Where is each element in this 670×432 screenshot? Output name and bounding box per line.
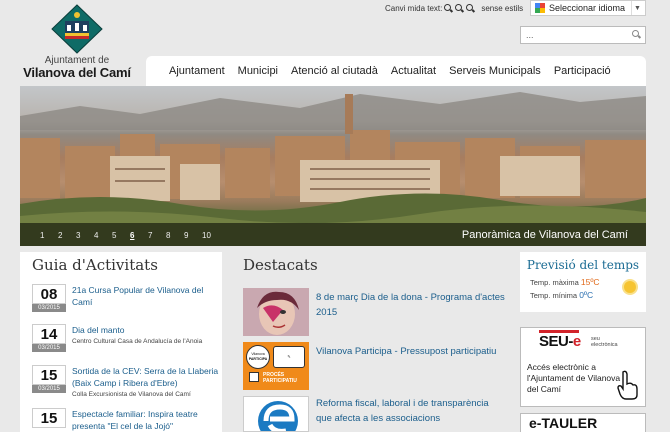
main-nav: Ajuntament Municipi Atenció al ciutadà A… xyxy=(146,56,646,86)
language-selector[interactable]: Seleccionar idioma ▼ xyxy=(530,0,646,16)
site-logo[interactable]: Ajuntament de Vilanova del Camí xyxy=(22,4,132,80)
box-icon xyxy=(249,372,259,382)
participa-badge: Vilanova PARTICIPA xyxy=(246,345,270,369)
pointer-hand-icon xyxy=(617,370,638,400)
nav-item-actualitat[interactable]: Actualitat xyxy=(391,65,436,77)
nav-item-ajuntament[interactable]: Ajuntament xyxy=(169,65,225,77)
event-title[interactable]: 21a Cursa Popular de Vilanova del Camí xyxy=(72,284,220,308)
google-translate-icon xyxy=(535,3,545,13)
event-date: 15 03/2015 xyxy=(32,365,66,393)
nav-item-atencio[interactable]: Atenció al ciutadà xyxy=(291,65,378,77)
speech-bubble: ✎ xyxy=(273,346,305,368)
banner-page[interactable]: 9 xyxy=(184,231,202,240)
text-size-controls: Canvi mida text: sense estils xyxy=(385,4,523,13)
banner-page[interactable]: 3 xyxy=(76,231,94,240)
weather-title: Previsió del temps xyxy=(526,258,640,272)
event-title[interactable]: Dia del manto xyxy=(72,324,220,336)
chevron-down-icon[interactable]: ▼ xyxy=(631,1,643,15)
featured-link[interactable]: Vilanova Participa - Pressupost particip… xyxy=(316,344,506,359)
featured-thumbnail[interactable]: Vilanova PARTICIPA ✎ PROCÉS PARTICIPATIU xyxy=(243,342,309,390)
list-item[interactable]: 14 03/2015 Dia del manto Centro Cultural… xyxy=(32,324,216,362)
activities-title: Guia d'Activitats xyxy=(32,256,158,274)
featured-title: Destacats xyxy=(243,256,318,274)
logo-line2: Vilanova del Camí xyxy=(23,65,131,80)
banner-page[interactable]: 4 xyxy=(94,231,112,240)
sun-icon xyxy=(624,281,636,293)
coat-of-arms-icon xyxy=(51,4,103,54)
list-item[interactable]: 08 03/2015 21a Cursa Popular de Vilanova… xyxy=(32,284,216,320)
event-organizer: Centro Cultural Casa de Andalucía de l'A… xyxy=(72,338,203,345)
text-size-label: Canvi mida text: xyxy=(385,4,443,13)
banner-caption: Panoràmica de Vilanova del Camí xyxy=(461,229,628,241)
language-label: Seleccionar idioma xyxy=(549,3,626,13)
nav-item-participacio[interactable]: Participació xyxy=(554,65,611,77)
event-title[interactable]: Sortida de la CEV: Serra de la Llaberia … xyxy=(72,365,220,389)
hero-banner[interactable]: 1 2 3 4 5 6 7 8 9 10 Panoràmica de Vilan… xyxy=(20,86,646,246)
banner-page[interactable]: 8 xyxy=(166,231,184,240)
featured-thumbnail[interactable] xyxy=(243,396,309,432)
search-box[interactable]: ... xyxy=(520,26,646,44)
event-title[interactable]: Espectacle familiar: Inspira teatre pres… xyxy=(72,408,220,432)
participa-caption: PROCÉS PARTICIPATIU xyxy=(263,372,297,384)
banner-page[interactable]: 7 xyxy=(148,231,166,240)
etauler-banner[interactable]: e-TAULER xyxy=(520,413,646,432)
text-smaller-icon[interactable] xyxy=(444,4,453,13)
banner-page-active[interactable]: 6 xyxy=(130,231,148,240)
seu-logo-sub: seu electrònica xyxy=(591,336,618,348)
banner-page[interactable]: 1 xyxy=(40,231,58,240)
activities-panel: Guia d'Activitats 08 03/2015 21a Cursa P… xyxy=(20,252,222,432)
seu-logo: SEU-e xyxy=(539,330,581,350)
banner-pager: 1 2 3 4 5 6 7 8 9 10 xyxy=(40,231,220,240)
seu-text: Accés electrònic a l'Ajuntament de Vilan… xyxy=(527,362,621,394)
featured-panel: Destacats 8 de març Dia de la dona - Pro… xyxy=(238,252,506,432)
weather-widget: Previsió del temps Temp. màxima 15ºC Tem… xyxy=(520,252,646,312)
reset-styles-link[interactable]: sense estils xyxy=(481,4,523,13)
nav-item-municipi[interactable]: Municipi xyxy=(238,65,278,77)
search-input[interactable]: ... xyxy=(526,30,534,40)
text-normal-icon[interactable] xyxy=(455,4,464,13)
list-item[interactable]: Vilanova PARTICIPA ✎ PROCÉS PARTICIPATIU V… xyxy=(243,342,505,390)
panorama-image xyxy=(20,92,646,246)
event-organizer: Colla Excursionista de Vilanova del Camí xyxy=(72,391,191,398)
event-date: 15 xyxy=(32,408,66,428)
list-item[interactable]: 15 03/2015 Sortida de la CEV: Serra de l… xyxy=(32,365,218,407)
event-date: 14 03/2015 xyxy=(32,324,66,352)
banner-page[interactable]: 2 xyxy=(58,231,76,240)
banner-page[interactable]: 5 xyxy=(112,231,130,240)
seu-electronica-banner[interactable]: SEU-e seu electrònica Accés electrònic a … xyxy=(520,327,646,407)
event-date: 08 03/2015 xyxy=(32,284,66,312)
featured-link[interactable]: 8 de març Dia de la dona - Programa d'ac… xyxy=(316,290,506,320)
list-item[interactable]: 8 de març Dia de la dona - Programa d'ac… xyxy=(243,288,505,336)
text-bigger-icon[interactable] xyxy=(466,4,475,13)
list-item[interactable]: 15 Espectacle familiar: Inspira teatre p… xyxy=(32,408,216,432)
nav-item-serveis[interactable]: Serveis Municipals xyxy=(449,65,541,77)
banner-page[interactable]: 10 xyxy=(202,231,220,240)
featured-link[interactable]: Reforma fiscal, laboral i de transparènc… xyxy=(316,396,506,426)
list-item[interactable]: Reforma fiscal, laboral i de transparènc… xyxy=(243,396,505,432)
featured-thumbnail[interactable] xyxy=(243,288,309,336)
search-icon[interactable] xyxy=(632,30,641,39)
